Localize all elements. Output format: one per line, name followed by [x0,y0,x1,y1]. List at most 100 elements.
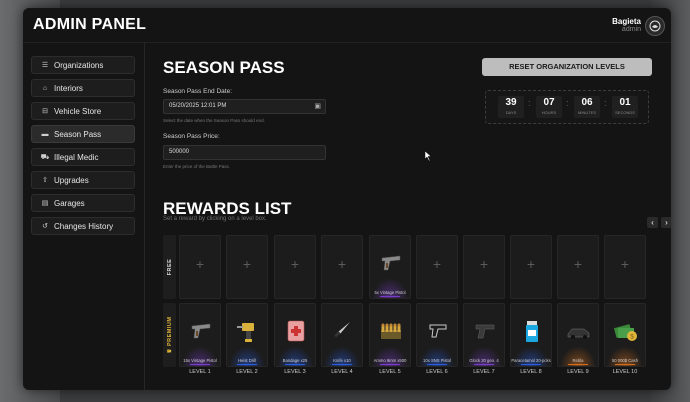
rarity-glow [229,346,265,366]
rarity-glow [372,278,408,298]
sidebar-item-garages[interactable]: ▤ Garages [31,194,135,212]
sidebar-item-upgrades[interactable]: ⇧ Upgrades [31,171,135,189]
premium-reward-level-2[interactable]: Heist Drill [226,303,268,367]
pistol-icon [188,318,214,349]
sidebar-item-label: Interiors [54,83,83,93]
premium-reward-level-1[interactable]: 15x Vintage Pistol [179,303,221,367]
prev-page-button[interactable]: ‹ [647,217,658,228]
sidebar-item-illegal-medic[interactable]: ⛟ Illegal Medic [31,148,135,166]
sidebar-item-changes-history[interactable]: ↺ Changes History [31,217,135,235]
countdown-timer: 39 DAYS: 07 HOURS: 06 MINUTES: 01 SECONDS [485,90,649,124]
home-icon: ⌂ [42,84,48,92]
free-reward-level-5[interactable]: 5x Vintage Pistol [369,235,411,299]
free-reward-level-1[interactable]: + [179,235,221,299]
glock-icon [472,318,498,349]
premium-reward-level-8[interactable]: Paracetamol 20-pcks [510,303,552,367]
sidebar-nav: ☰ Organizations ⌂ Interiors ⊟ Vehicle Store ▬ S… [31,56,135,240]
sidebar-divider [144,42,145,390]
free-reward-level-2[interactable]: + [226,235,268,299]
reward-name: Paracetamol 20-pcks [511,358,551,363]
sidebar-item-organizations[interactable]: ☰ Organizations [31,56,135,74]
countdown-unit: DAYS [505,110,517,115]
end-date-input[interactable]: 05/20/2025 12:01 PM ▣ [163,99,326,114]
level-label: LEVEL 2 [236,369,258,375]
level-label: LEVEL 1 [189,369,211,375]
free-reward-level-4[interactable]: + [321,235,363,299]
avatar[interactable] [645,16,665,36]
price-input[interactable]: 500000 [163,145,326,160]
countdown-unit: MINUTES [578,110,596,115]
sidebar-item-label: Changes History [54,221,114,231]
premium-reward-level-3[interactable]: Bandage x25 [274,303,316,367]
admin-panel-window: ADMIN PANEL Bagieta admin ☰ Organizations… [23,8,671,390]
free-reward-level-3[interactable]: + [274,235,316,299]
countdown-value: 01 [619,97,631,108]
user-role: admin [621,26,641,33]
reward-name: 15x Vintage Pistol [183,358,217,363]
car-icon [566,318,592,349]
sidebar-item-label: Organizations [54,60,104,70]
premium-reward-level-5[interactable]: Ammo 9mm x500 [369,303,411,367]
rarity-glow [607,346,643,366]
rarity-bar [568,364,588,365]
countdown-separator: : [604,98,607,108]
countdown-minutes: 06 MINUTES [574,96,600,118]
level-label: LEVEL 10 [612,369,638,375]
rarity-bar [474,364,494,365]
rarity-bar [615,364,635,365]
rarity-bar [380,296,400,297]
premium-reward-level-9[interactable]: Rebla [557,303,599,367]
free-row-label: FREE [163,235,176,299]
end-date-hint: Select the date when the Season Pass sho… [163,118,265,123]
reward-name: 10x SNS Pistol [423,358,451,363]
reset-organization-levels-button[interactable]: RESET ORGANIZATION LEVELS [482,58,652,76]
ticket-icon: ▬ [41,130,49,138]
free-reward-level-6[interactable]: + [416,235,458,299]
free-label: FREE [166,258,173,276]
countdown-unit: SECONDS [615,110,635,115]
ammo-icon [378,318,404,349]
rarity-glow [277,346,313,366]
premium-reward-level-7[interactable]: Glock 20 gen. 4 [463,303,505,367]
sidebar-item-label: Vehicle Store [54,106,102,116]
ambulance-icon: ⛟ [40,153,50,161]
free-reward-level-7[interactable]: + [463,235,505,299]
free-reward-level-9[interactable]: + [557,235,599,299]
reward-name: Glock 20 gen. 4 [469,358,499,363]
free-reward-level-10[interactable]: + [604,235,646,299]
add-reward-icon: + [195,256,205,272]
countdown-unit: HOURS [541,110,557,115]
sidebar-item-label: Season Pass [54,129,102,139]
cash-icon: $ [613,318,639,349]
premium-reward-level-4[interactable]: Knife x10 [321,303,363,367]
countdown-seconds: 01 SECONDS [612,96,638,118]
sidebar-item-interiors[interactable]: ⌂ Interiors [31,79,135,97]
rarity-glow [372,346,408,366]
add-reward-icon: + [479,256,489,272]
rarity-glow [513,346,549,366]
premium-reward-level-6[interactable]: 10x SNS Pistol [416,303,458,367]
reward-name: Rebla [572,358,584,363]
free-reward-level-8[interactable]: + [510,235,552,299]
add-reward-icon: + [526,256,536,272]
premium-reward-level-10[interactable]: $50 000$ Cash [604,303,646,367]
sidebar-item-vehicle-store[interactable]: ⊟ Vehicle Store [31,102,135,120]
rarity-bar [332,364,352,365]
rarity-glow [182,346,218,366]
history-icon: ↺ [42,223,48,230]
calendar-icon[interactable]: ▣ [314,100,321,113]
reward-name: 50 000$ Cash [611,358,639,363]
add-reward-icon: + [242,256,252,272]
rarity-bar [237,364,257,365]
page-title: SEASON PASS [163,58,285,77]
price-hint: Enter the price of the Battle Pass. [163,164,231,169]
reward-name: Knife x10 [333,358,351,363]
end-date-value: 05/20/2025 12:01 PM [169,103,227,109]
add-reward-icon: + [337,256,347,272]
next-page-button[interactable]: › [661,217,671,228]
car-icon: ⊟ [42,108,48,115]
countdown-separator: : [528,98,531,108]
add-reward-icon: + [573,256,583,272]
countdown-value: 06 [581,97,593,108]
sidebar-item-season-pass[interactable]: ▬ Season Pass [31,125,135,143]
